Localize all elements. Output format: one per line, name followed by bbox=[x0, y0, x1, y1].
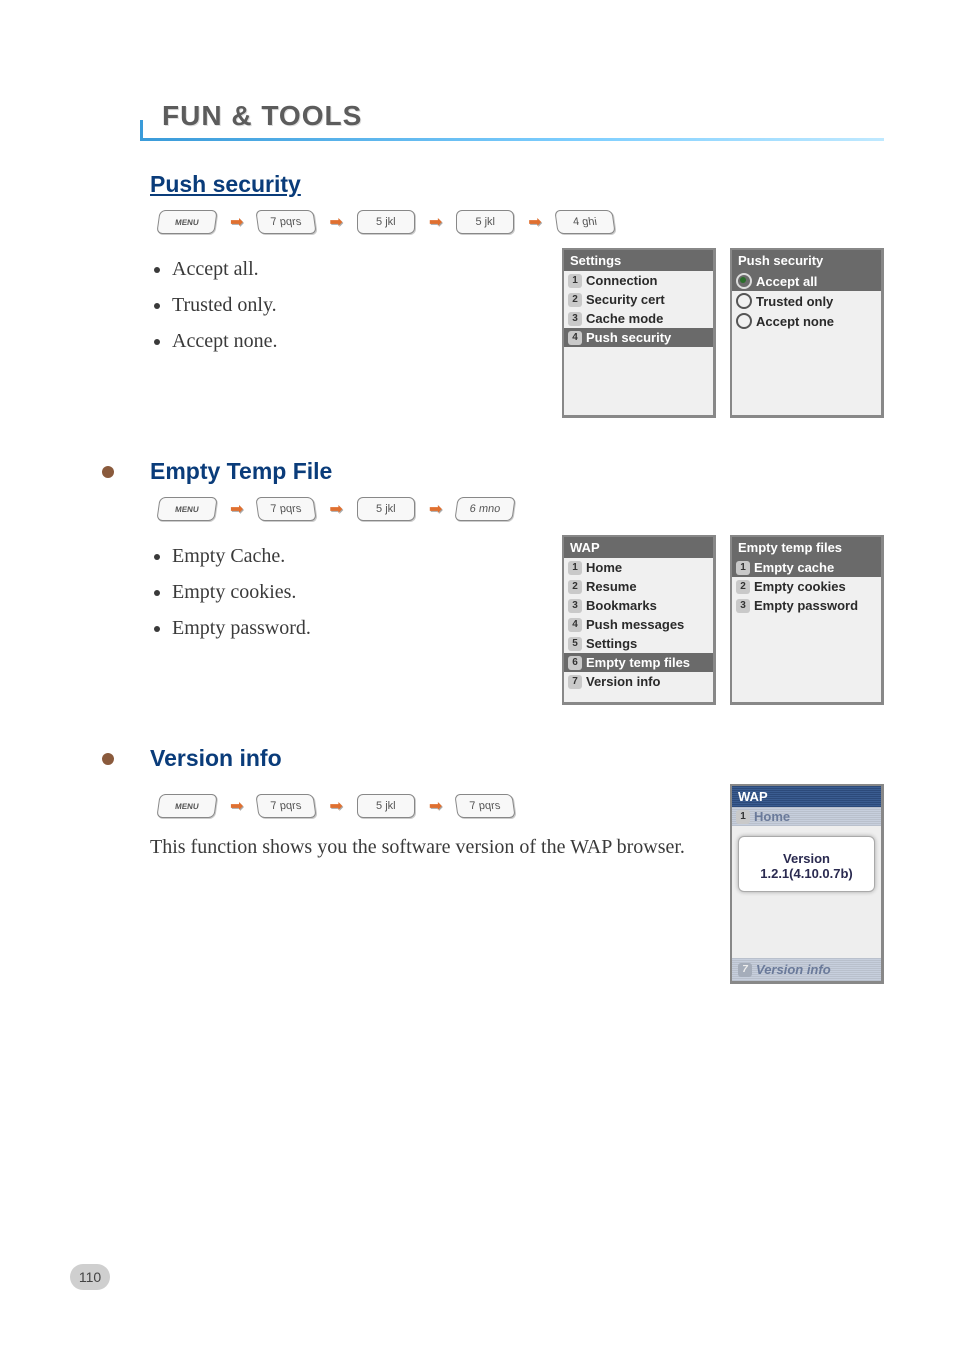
key-7: 7 pqrs bbox=[455, 794, 516, 818]
list-item: Empty password. bbox=[172, 613, 542, 643]
menu-item: 2Empty cookies bbox=[732, 577, 881, 596]
key-5: 5 jkl bbox=[456, 210, 514, 234]
menu-item: 3Cache mode bbox=[564, 309, 713, 328]
screen-title: WAP bbox=[732, 786, 881, 807]
key-7: 7 pqrs bbox=[256, 497, 317, 521]
list-item: Trusted only. bbox=[172, 290, 542, 320]
arrow-icon: ➡ bbox=[429, 796, 442, 816]
menu-key-icon: MENU bbox=[156, 210, 217, 234]
menu-item: 5Settings bbox=[564, 634, 713, 653]
radio-on-icon bbox=[736, 273, 752, 289]
screen-title: Settings bbox=[564, 250, 713, 271]
menu-item: 1Home bbox=[564, 558, 713, 577]
body-text: This function shows you the software ver… bbox=[150, 832, 710, 862]
popup-version-value: 1.2.1(4.10.0.7b) bbox=[743, 866, 870, 881]
radio-off-icon bbox=[736, 313, 752, 329]
section-title: Push security bbox=[150, 171, 884, 198]
key-5: 5 jkl bbox=[357, 210, 415, 234]
arrow-icon: ➡ bbox=[528, 212, 541, 232]
radio-option: Accept none bbox=[732, 311, 881, 331]
key-7: 7 pqrs bbox=[256, 210, 317, 234]
menu-item: 2Resume bbox=[564, 577, 713, 596]
section-title: Empty Temp File bbox=[150, 458, 884, 485]
key-5: 5 jkl bbox=[357, 497, 415, 521]
arrow-icon: ➡ bbox=[329, 796, 342, 816]
phone-screen-version: WAP 1Home Version 1.2.1(4.10.0.7b) 7Vers… bbox=[730, 784, 884, 984]
popup-version-label: Version bbox=[743, 851, 870, 866]
phone-screen-settings: Settings 1Connection 2Security cert 3Cac… bbox=[562, 248, 716, 418]
key-4: 4 ghi bbox=[554, 210, 615, 234]
phone-screen-wap: WAP 1Home 2Resume 3Bookmarks 4Push messa… bbox=[562, 535, 716, 705]
key-sequence: MENU ➡ 7 pqrs ➡ 5 jkl ➡ 5 jkl ➡ 4 ghi bbox=[158, 210, 884, 234]
arrow-icon: ➡ bbox=[230, 796, 243, 816]
key-sequence: MENU ➡ 7 pqrs ➡ 5 jkl ➡ 7 pqrs bbox=[158, 794, 710, 818]
arrow-icon: ➡ bbox=[230, 212, 243, 232]
section-push-security: Push security MENU ➡ 7 pqrs ➡ 5 jkl ➡ 5 … bbox=[120, 171, 884, 418]
arrow-icon: ➡ bbox=[230, 499, 243, 519]
paragraph: This function shows you the software ver… bbox=[150, 832, 710, 862]
arrow-icon: ➡ bbox=[329, 212, 342, 232]
radio-off-icon bbox=[736, 293, 752, 309]
body-text: Empty Cache. Empty cookies. Empty passwo… bbox=[150, 535, 542, 649]
menu-item: 3Empty password bbox=[732, 596, 881, 615]
list-item: Accept none. bbox=[172, 326, 542, 356]
menu-key-icon: MENU bbox=[156, 497, 217, 521]
bullet-icon bbox=[102, 753, 114, 765]
menu-item-selected: 6Empty temp files bbox=[564, 653, 713, 672]
bullet-icon bbox=[102, 466, 114, 478]
title-rule bbox=[140, 138, 884, 141]
radio-option-selected: Accept all bbox=[732, 271, 881, 291]
menu-item: 3Bookmarks bbox=[564, 596, 713, 615]
list-item: Empty cookies. bbox=[172, 577, 542, 607]
screen-title: Empty temp files bbox=[732, 537, 881, 558]
menu-item: 7Version info bbox=[564, 672, 713, 691]
menu-item: 4Push messages bbox=[564, 615, 713, 634]
menu-item-selected: 4Push security bbox=[564, 328, 713, 347]
menu-item-selected: 1Empty cache bbox=[732, 558, 881, 577]
screen-title: WAP bbox=[564, 537, 713, 558]
key-7: 7 pqrs bbox=[256, 794, 317, 818]
screen-title: Push security bbox=[732, 250, 881, 271]
body-text: Accept all. Trusted only. Accept none. bbox=[150, 248, 542, 362]
arrow-icon: ➡ bbox=[329, 499, 342, 519]
list-item: Accept all. bbox=[172, 254, 542, 284]
page-number: 110 bbox=[70, 1264, 110, 1290]
menu-item: 1Connection bbox=[564, 271, 713, 290]
arrow-icon: ➡ bbox=[429, 499, 442, 519]
radio-option: Trusted only bbox=[732, 291, 881, 311]
list-item: Empty Cache. bbox=[172, 541, 542, 571]
key-6: 6 mno bbox=[455, 497, 516, 521]
menu-item: 2Security cert bbox=[564, 290, 713, 309]
section-version-info: Version info MENU ➡ 7 pqrs ➡ 5 jkl ➡ 7 p… bbox=[120, 745, 884, 984]
menu-item-dimmed: 1Home bbox=[732, 807, 881, 826]
menu-item-dimmed: 7Version info bbox=[732, 958, 881, 981]
section-empty-temp: Empty Temp File MENU ➡ 7 pqrs ➡ 5 jkl ➡ … bbox=[120, 458, 884, 705]
version-popup: Version 1.2.1(4.10.0.7b) bbox=[738, 836, 875, 892]
menu-key-icon: MENU bbox=[156, 794, 217, 818]
key-sequence: MENU ➡ 7 pqrs ➡ 5 jkl ➡ 6 mno bbox=[158, 497, 884, 521]
arrow-icon: ➡ bbox=[429, 212, 442, 232]
phone-screen-empty-temp: Empty temp files 1Empty cache 2Empty coo… bbox=[730, 535, 884, 705]
title-tick bbox=[140, 120, 143, 138]
key-5: 5 jkl bbox=[357, 794, 415, 818]
phone-screen-push-security: Push security Accept all Trusted only Ac… bbox=[730, 248, 884, 418]
section-title: Version info bbox=[150, 745, 884, 772]
